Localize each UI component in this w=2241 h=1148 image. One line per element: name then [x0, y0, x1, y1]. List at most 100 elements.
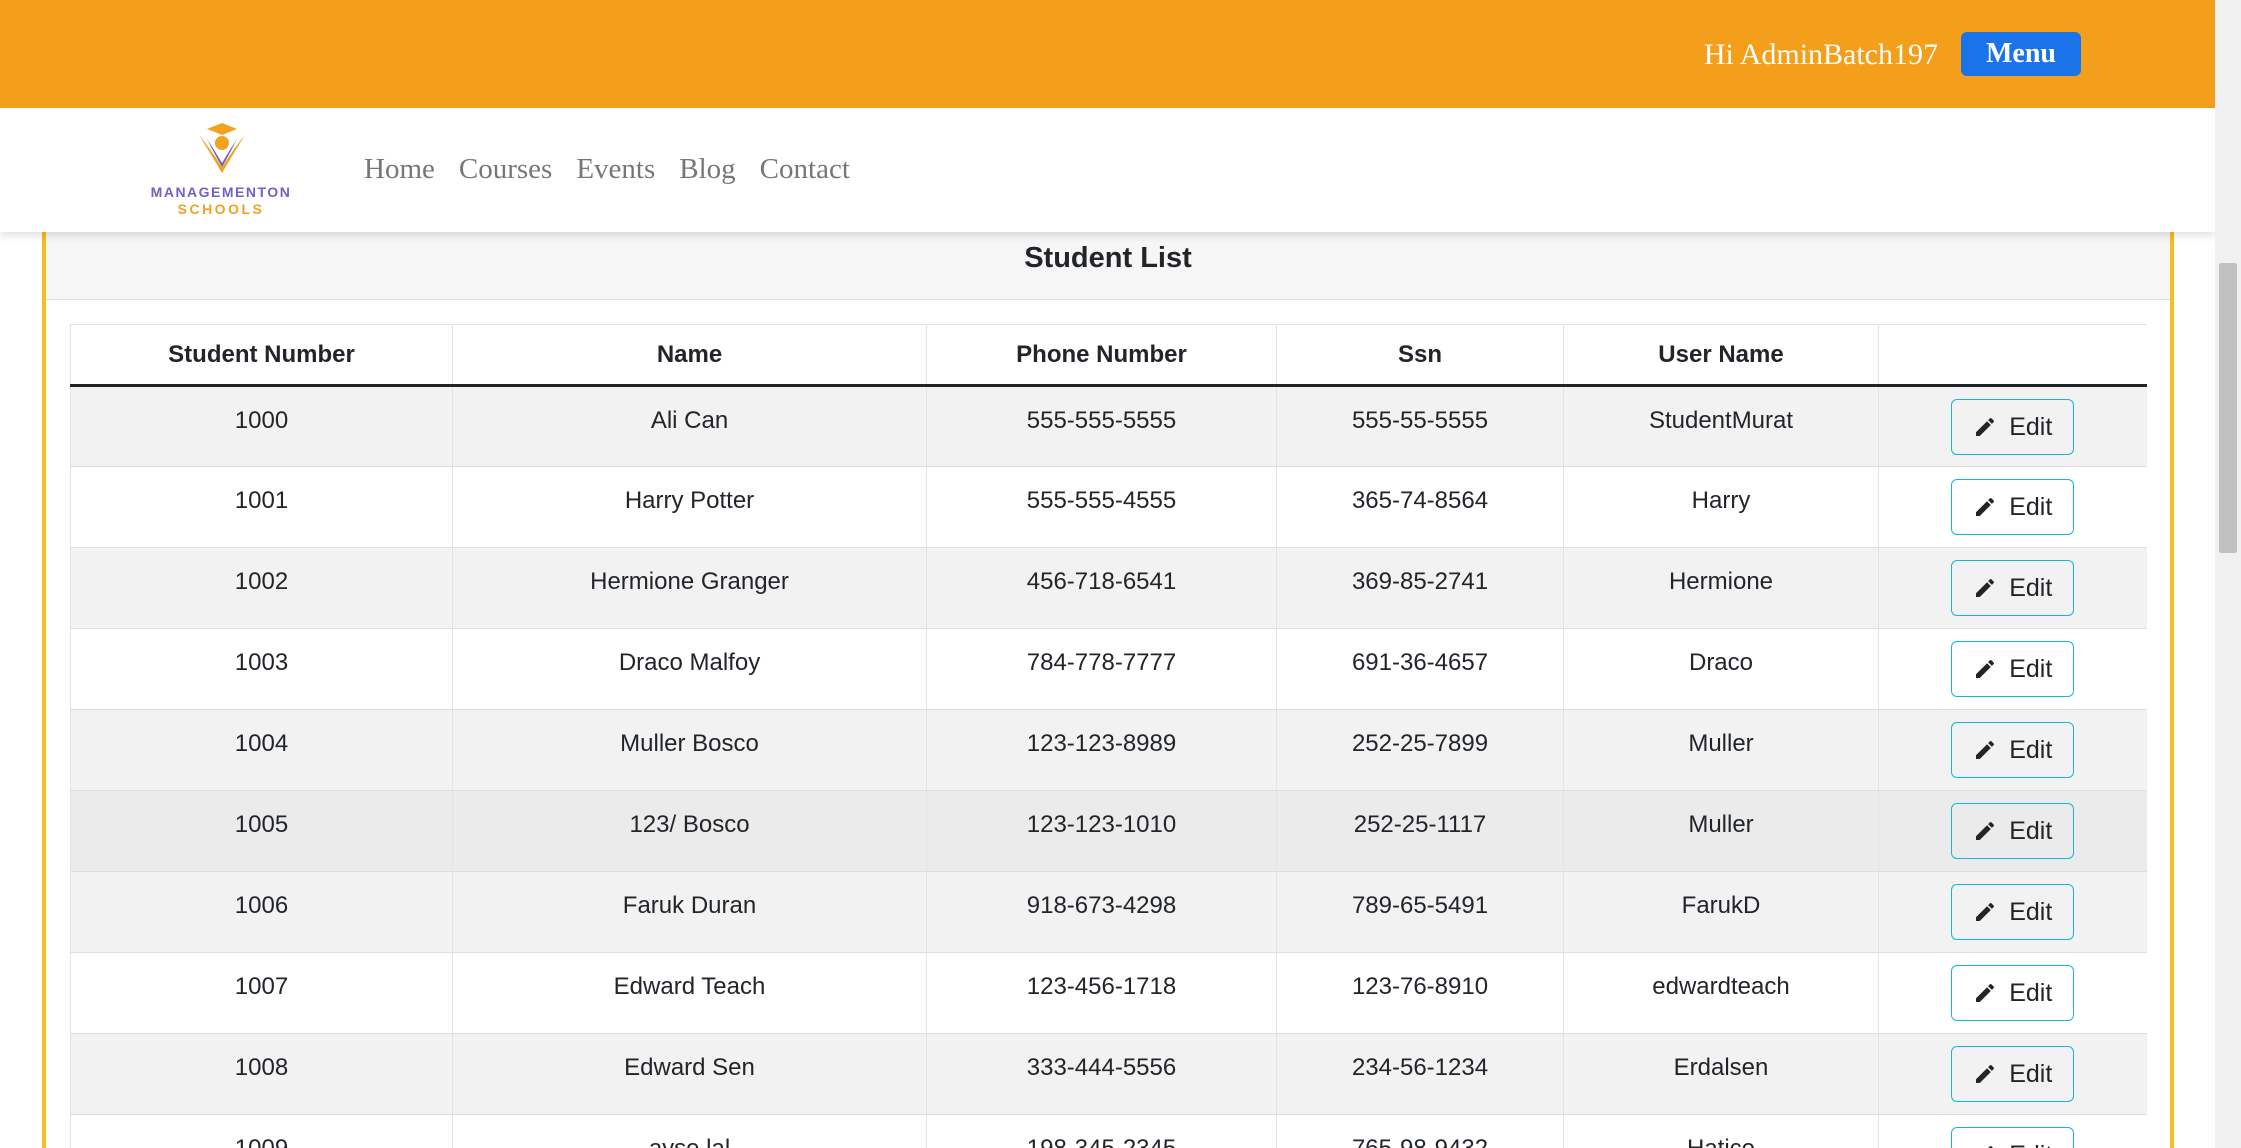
edit-button[interactable]: Edit: [1951, 722, 2075, 778]
cell-actions: Edit: [1878, 709, 2147, 791]
table-row: 1009ayse lal198-345-2345765-98-9432Hatic…: [70, 1114, 2147, 1148]
navbar: MANAGEMENTON SCHOOLS Home Courses Events…: [0, 108, 2215, 232]
column-header-actions: [1878, 324, 2147, 387]
column-header-user-name[interactable]: User Name: [1563, 324, 1879, 387]
cell-name: Draco Malfoy: [452, 628, 927, 710]
cell-phone-number: 456-718-6541: [926, 547, 1277, 629]
cell-user-name: Erdalsen: [1563, 1033, 1879, 1115]
pencil-icon: [1973, 495, 1997, 519]
nav-home[interactable]: Home: [364, 152, 435, 186]
table-row: 1007 Edward Teach 123-456-1718 123-76-8910 e…: [70, 952, 2147, 1034]
edit-button[interactable]: Edit: [1951, 884, 2075, 940]
scrollbar-thumb[interactable]: [2219, 263, 2237, 553]
cell-student-number: 1003: [70, 628, 453, 710]
cell-student-number: 1009: [70, 1114, 453, 1148]
cell-name: Ali Can: [452, 385, 927, 467]
cell-ssn: 365-74-8564: [1276, 466, 1564, 548]
edit-button-label: Edit: [2009, 492, 2053, 521]
edit-button[interactable]: Edit: [1951, 560, 2075, 616]
column-header-phone-number[interactable]: Phone Number: [926, 324, 1277, 387]
pencil-icon: [1973, 415, 1997, 439]
cell-user-name: Muller: [1563, 790, 1879, 872]
edit-button[interactable]: Edit: [1951, 641, 2075, 697]
cell-student-number: 1008: [70, 1033, 453, 1115]
nav-contact[interactable]: Contact: [760, 152, 850, 186]
cell-ssn: 555-55-5555: [1276, 385, 1564, 467]
edit-button[interactable]: Edit: [1951, 1046, 2075, 1102]
cell-student-number: 1004: [70, 709, 453, 791]
cell-actions: Edit: [1878, 952, 2147, 1034]
cell-name: Muller Bosco: [452, 709, 927, 791]
cell-phone-number: 555-555-4555: [926, 466, 1277, 548]
pencil-icon: [1973, 900, 1997, 924]
edit-button-label: Edit: [2009, 412, 2053, 441]
edit-button-label: Edit: [2009, 978, 2053, 1007]
student-list-card: Student List Student Number Name Phone N…: [42, 200, 2174, 1148]
edit-button-label: Edit: [2009, 1141, 2052, 1148]
table-row: 1000 Ali Can 555-555-5555 555-55-5555 Studen…: [70, 385, 2147, 467]
cell-student-number: 1007: [70, 952, 453, 1034]
nav-events[interactable]: Events: [576, 152, 655, 186]
graduation-cap-logo-icon: [199, 123, 245, 173]
cell-ssn: 252-25-7899: [1276, 709, 1564, 791]
edit-button-label: Edit: [2009, 654, 2053, 683]
edit-button[interactable]: Edit: [1951, 803, 2075, 859]
edit-button[interactable]: Edit: [1951, 1127, 2075, 1148]
logo-text-managementon: MANAGEMENTON: [150, 184, 292, 200]
cell-user-name: Draco: [1563, 628, 1879, 710]
cell-student-number: 1005: [70, 790, 453, 872]
table-row: 1008 Edward Sen 333-444-5556 234-56-1234 Erd…: [70, 1033, 2147, 1115]
cell-ssn: 123-76-8910: [1276, 952, 1564, 1034]
table-row: 1005 123/ Bosco 123-123-1010 252-25-1117 Mul…: [70, 790, 2147, 872]
edit-button[interactable]: Edit: [1951, 965, 2075, 1021]
cell-phone-number: 123-123-8989: [926, 709, 1277, 791]
cell-name: Edward Sen: [452, 1033, 927, 1115]
cell-student-number: 1000: [70, 385, 453, 467]
cell-phone-number: 333-444-5556: [926, 1033, 1277, 1115]
nav-blog[interactable]: Blog: [679, 152, 735, 186]
nav-courses[interactable]: Courses: [459, 152, 552, 186]
cell-user-name: edwardteach: [1563, 952, 1879, 1034]
cell-ssn: 369-85-2741: [1276, 547, 1564, 629]
cell-actions: Edit: [1878, 466, 2147, 548]
cell-phone-number: 784-778-7777: [926, 628, 1277, 710]
cell-phone-number: 123-123-1010: [926, 790, 1277, 872]
column-header-name[interactable]: Name: [452, 324, 927, 387]
cell-actions: Edit: [1878, 1033, 2147, 1115]
cell-actions: Edit: [1878, 790, 2147, 872]
cell-name: Hermione Granger: [452, 547, 927, 629]
pencil-icon: [1973, 657, 1997, 681]
cell-user-name: Muller: [1563, 709, 1879, 791]
pencil-icon: [1973, 576, 1997, 600]
cell-name: Edward Teach: [452, 952, 927, 1034]
cell-student-number: 1002: [70, 547, 453, 629]
menu-button[interactable]: Menu: [1961, 32, 2081, 76]
edit-button[interactable]: Edit: [1951, 479, 2075, 535]
table-header-row: Student Number Name Phone Number Ssn Use…: [70, 324, 2147, 387]
page: Hi AdminBatch197 Menu MANAGEMENTON SCHOO…: [0, 0, 2215, 1148]
edit-button-label: Edit: [2009, 573, 2053, 602]
cell-user-name: Hermione: [1563, 547, 1879, 629]
logo[interactable]: MANAGEMENTON SCHOOLS: [145, 121, 297, 217]
cell-user-name: FarukD: [1563, 871, 1879, 953]
column-header-ssn[interactable]: Ssn: [1276, 324, 1564, 387]
nav-links: Home Courses Events Blog Contact: [364, 152, 850, 186]
column-header-student-number[interactable]: Student Number: [70, 324, 453, 387]
cell-student-number: 1001: [70, 466, 453, 548]
cell-phone-number: 918-673-4298: [926, 871, 1277, 953]
vertical-scrollbar[interactable]: [2215, 0, 2241, 1148]
cell-user-name: StudentMurat: [1563, 385, 1879, 467]
edit-button[interactable]: Edit: [1951, 399, 2075, 455]
cell-user-name: Harry: [1563, 466, 1879, 548]
cell-name: Faruk Duran: [452, 871, 927, 953]
logo-text-schools: SCHOOLS: [177, 201, 265, 217]
cell-actions: Edit: [1878, 1114, 2147, 1148]
cell-student-number: 1006: [70, 871, 453, 953]
table-row: 1001 Harry Potter 555-555-4555 365-74-8564 H…: [70, 466, 2147, 548]
student-table: Student Number Name Phone Number Ssn Use…: [70, 324, 2147, 1148]
table-row: 1006 Faruk Duran 918-673-4298 789-65-5491 Fa…: [70, 871, 2147, 953]
cell-phone-number: 198-345-2345: [926, 1114, 1277, 1148]
cell-actions: Edit: [1878, 628, 2147, 710]
edit-button-label: Edit: [2009, 735, 2053, 764]
user-greeting: Hi AdminBatch197: [1703, 38, 1938, 71]
